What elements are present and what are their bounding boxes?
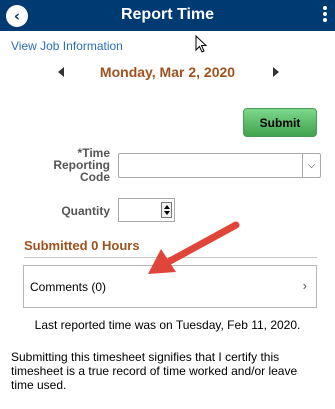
submit-button[interactable]: Submit bbox=[243, 108, 317, 137]
page-title: Report Time bbox=[120, 6, 215, 23]
view-job-information-link[interactable]: View Job Information bbox=[11, 39, 123, 53]
chevron-down-icon[interactable]: ⌵ bbox=[302, 154, 320, 177]
time-reporting-code-select[interactable]: ⌵ bbox=[118, 153, 321, 178]
last-reported-text: Last reported time was on Tuesday, Feb 1… bbox=[34, 318, 301, 332]
decrement-icon[interactable] bbox=[164, 211, 170, 215]
section-divider bbox=[24, 257, 317, 258]
certify-statement: Submitting this timesheet signifies that… bbox=[11, 350, 298, 392]
quantity-label: Quantity bbox=[61, 204, 110, 218]
comments-label: Comments (0) bbox=[30, 280, 107, 294]
more-vertical-icon[interactable] bbox=[321, 4, 329, 26]
current-date: Monday, Mar 2, 2020 bbox=[99, 64, 236, 80]
submitted-hours-heading: Submitted 0 Hours bbox=[24, 238, 140, 253]
quantity-input[interactable] bbox=[118, 198, 175, 222]
date-navigator: Monday, Mar 2, 2020 bbox=[0, 64, 335, 84]
quantity-stepper[interactable] bbox=[161, 202, 172, 218]
increment-icon[interactable] bbox=[164, 205, 170, 209]
chevron-right-icon: › bbox=[302, 278, 307, 293]
header-bar: ‹ Report Time bbox=[0, 0, 335, 31]
mouse-cursor-icon bbox=[195, 35, 208, 53]
comments-row[interactable]: Comments (0) › bbox=[23, 265, 317, 308]
next-date-icon[interactable] bbox=[273, 67, 279, 77]
time-reporting-code-label: *Time Reporting Code bbox=[53, 146, 110, 184]
